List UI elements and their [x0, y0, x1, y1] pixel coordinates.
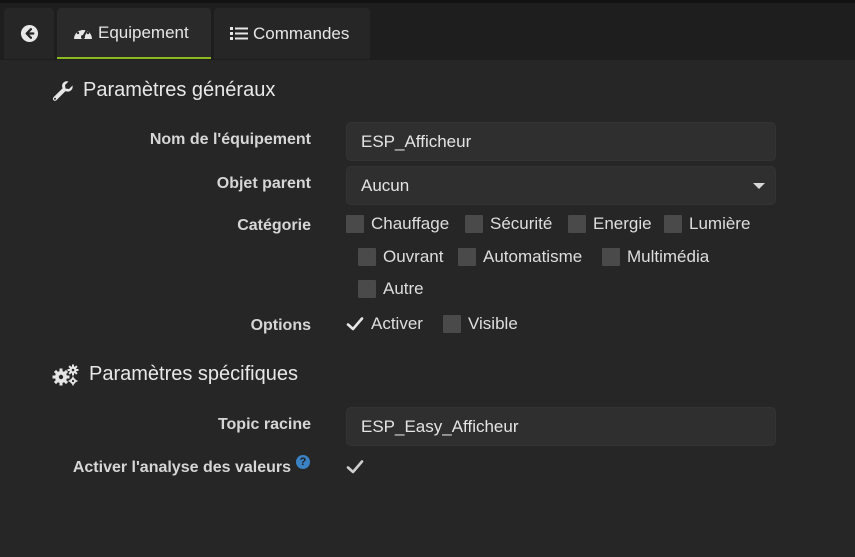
- checkbox-box[interactable]: [602, 248, 620, 266]
- section-general-title-text: Paramètres généraux: [83, 79, 276, 101]
- checkbox-box[interactable]: [358, 280, 376, 298]
- category-lumiere-label: Lumière: [689, 214, 751, 233]
- checkbox-box[interactable]: [465, 215, 483, 233]
- checkbox-box[interactable]: [443, 315, 461, 333]
- checkbox-box[interactable]: [664, 215, 682, 233]
- checkbox-box-checked[interactable]: [346, 458, 364, 476]
- category-securite-label: Sécurité: [490, 214, 553, 233]
- topic-label: Topic racine: [217, 416, 311, 433]
- parent-select-value: Aucun: [361, 175, 410, 195]
- tab-equipement-label: Equipement: [98, 22, 189, 42]
- analyse-checkbox[interactable]: [346, 458, 371, 476]
- category-autre-label: Autre: [383, 279, 424, 298]
- caret-down-icon: [753, 183, 765, 189]
- category-ouvrant-label: Ouvrant: [383, 247, 444, 266]
- name-label: Nom de l'équipement: [149, 131, 311, 148]
- category-checkbox-automatisme[interactable]: Automatisme: [458, 247, 582, 267]
- category-energie-label: Energie: [593, 214, 652, 233]
- category-checkbox-securite[interactable]: Sécurité: [465, 214, 552, 234]
- category-checkbox-energie[interactable]: Energie: [568, 214, 652, 234]
- cogs-icon: [52, 364, 79, 385]
- section-specific-title: Paramètres spécifiques: [52, 363, 298, 386]
- category-checkbox-chauffage[interactable]: Chauffage: [346, 214, 449, 234]
- tachometer-icon: [74, 28, 92, 39]
- options-label: Options: [250, 317, 311, 334]
- tab-commandes[interactable]: Commandes: [214, 8, 370, 59]
- category-checkbox-ouvrant[interactable]: Ouvrant: [358, 247, 443, 267]
- checkbox-box[interactable]: [346, 215, 364, 233]
- analyse-label: Activer l'analyse des valeurs: [72, 459, 291, 476]
- checkbox-box[interactable]: [458, 248, 476, 266]
- tab-equipement[interactable]: Equipement: [57, 8, 211, 59]
- section-specific-title-text: Paramètres spécifiques: [89, 363, 298, 385]
- category-automatisme-label: Automatisme: [483, 247, 583, 266]
- name-input[interactable]: ESP_Afficheur: [346, 122, 776, 161]
- checkbox-box-checked[interactable]: [346, 315, 364, 333]
- category-checkbox-multimedia[interactable]: Multimédia: [602, 247, 709, 267]
- section-general-title: Paramètres généraux: [52, 79, 275, 102]
- parent-select[interactable]: Aucun: [346, 166, 776, 205]
- tab-commandes-label: Commandes: [253, 23, 350, 43]
- back-button[interactable]: [4, 8, 54, 59]
- checkbox-box[interactable]: [568, 215, 586, 233]
- checkbox-box[interactable]: [358, 248, 376, 266]
- option-visible-label: Visible: [468, 314, 518, 333]
- check-icon: [346, 317, 364, 331]
- topic-input[interactable]: ESP_Easy_Afficheur: [346, 407, 776, 446]
- list-icon: [230, 27, 248, 40]
- equipment-form: Paramètres généraux Nom de l'équipement …: [0, 60, 855, 557]
- question-circle-icon[interactable]: ?: [296, 455, 310, 469]
- topic-input-value: ESP_Easy_Afficheur: [361, 416, 519, 436]
- wrench-icon: [52, 80, 73, 101]
- category-label: Catégorie: [237, 217, 311, 234]
- category-checkbox-lumiere[interactable]: Lumière: [664, 214, 750, 234]
- parent-label: Objet parent: [216, 175, 311, 192]
- name-input-value: ESP_Afficheur: [361, 131, 472, 151]
- check-icon: [346, 460, 364, 474]
- option-checkbox-visible[interactable]: Visible: [443, 314, 518, 334]
- category-chauffage-label: Chauffage: [371, 214, 450, 233]
- arrow-circle-left-icon: [20, 24, 38, 43]
- tab-bar: Equipement Commandes: [0, 3, 855, 60]
- option-checkbox-activer[interactable]: Activer: [346, 314, 423, 334]
- category-checkbox-autre[interactable]: Autre: [358, 279, 424, 299]
- category-multimedia-label: Multimédia: [627, 247, 710, 266]
- option-activer-label: Activer: [371, 314, 423, 333]
